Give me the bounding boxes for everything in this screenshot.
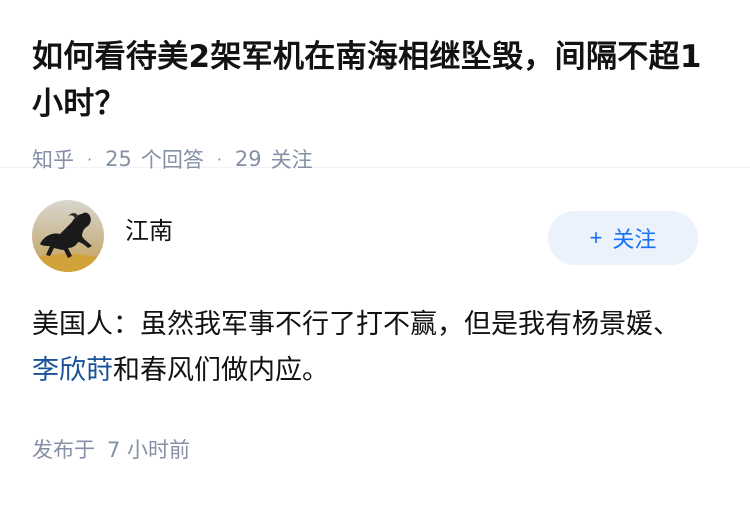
- follow-button[interactable]: + 关注: [548, 211, 698, 265]
- horse-avatar-icon[interactable]: [32, 200, 104, 272]
- publish-time-value: 7 小时前: [107, 438, 191, 462]
- answer-text-part1: 美国人：虽然我军事不行了打不赢，但是我有杨景媛、: [32, 309, 680, 340]
- meta-separator: ·: [216, 149, 222, 169]
- answer-text-part2: 和春风们做内应。: [113, 355, 329, 386]
- publish-time-label: 发布于: [32, 438, 95, 462]
- answer-card: 江南 + 关注 美国人：虽然我军事不行了打不赢，但是我有杨景媛、李欣莳和春风们做…: [0, 168, 750, 464]
- plus-icon: +: [589, 225, 603, 250]
- publish-time: 发布于 7 小时前: [32, 434, 718, 464]
- answer-content[interactable]: 美国人：虽然我军事不行了打不赢，但是我有杨景媛、李欣莳和春风们做内应。: [32, 302, 718, 394]
- mention-link[interactable]: 李欣莳: [32, 355, 113, 386]
- meta-separator: ·: [87, 149, 93, 169]
- question-title[interactable]: 如何看待美2架军机在南海相继坠毁，间隔不超1小时？: [32, 34, 718, 128]
- question-header: 如何看待美2架军机在南海相继坠毁，间隔不超1小时？ 知乎 · 25 个回答 · …: [0, 0, 750, 172]
- author-name[interactable]: 江南: [125, 211, 173, 246]
- follow-button-label: 关注: [612, 227, 657, 252]
